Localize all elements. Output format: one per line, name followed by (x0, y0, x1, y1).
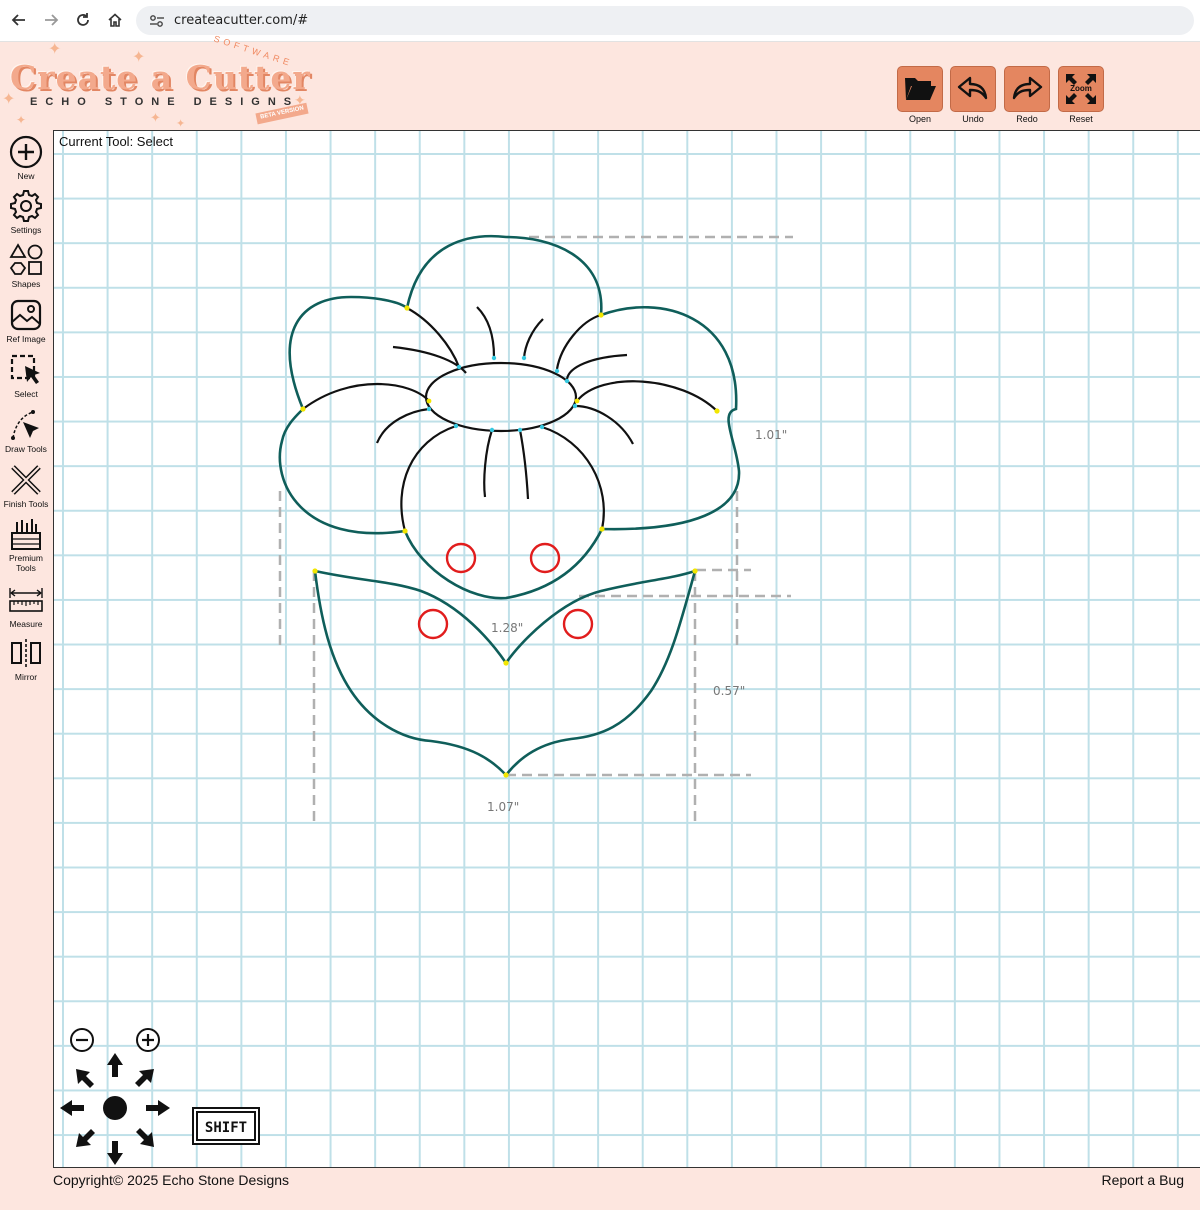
new-label: New (17, 171, 35, 181)
copyright-text: Copyright© 2025 Echo Stone Designs (53, 1172, 290, 1188)
brand-subtitle: ECHO STONE DESIGNS (30, 96, 300, 108)
top-toolbar: Open Undo Redo Zoom Reset (894, 66, 1108, 128)
sparkle-icon: ✦ (16, 113, 27, 127)
finish-tools-label: Finish Tools (3, 499, 49, 509)
flower-outline[interactable] (278, 234, 741, 600)
dimension-leaf-height: 0.57" (713, 684, 745, 698)
select-button[interactable]: Select (0, 352, 52, 399)
plus-circle-icon[interactable] (8, 134, 44, 170)
app-logo: ✦ ✦ ✦ ✦ ✦ ✦ ✦ SOFTWARE Create a Cutter E… (0, 33, 320, 130)
dimension-flower-width: 1.28" (491, 621, 523, 635)
undo-label: Undo (962, 114, 984, 124)
address-bar[interactable]: createacutter.com/# (136, 6, 1194, 35)
finish-tools-button[interactable]: Finish Tools (0, 462, 52, 509)
ref-image-label: Ref Image (6, 334, 46, 344)
shift-key-label: SHIFT (205, 1120, 247, 1136)
site-settings-icon[interactable] (144, 14, 170, 28)
redo-label: Redo (1016, 114, 1038, 124)
gear-icon[interactable] (8, 188, 44, 224)
draw-tools-label: Draw Tools (5, 444, 47, 454)
undo-icon[interactable] (950, 66, 996, 112)
image-icon[interactable] (8, 297, 44, 333)
select-cursor-icon[interactable] (8, 352, 44, 388)
url-text[interactable]: createacutter.com/# (174, 13, 308, 28)
draw-tools-button[interactable]: Draw Tools (0, 407, 52, 454)
zoom-in-icon[interactable] (136, 1028, 160, 1052)
undo-button[interactable]: Undo (947, 66, 999, 124)
premium-tools-icon[interactable] (8, 516, 44, 552)
shapes-button[interactable]: Shapes (0, 242, 52, 289)
shift-key-button[interactable]: SHIFT (192, 1107, 260, 1145)
pan-arrows-icon[interactable] (60, 1053, 170, 1165)
sparkle-icon: ✦ (48, 41, 62, 58)
mirror-label: Mirror (14, 672, 38, 682)
measure-label: Measure (9, 619, 43, 629)
select-label: Select (14, 389, 38, 399)
settings-button[interactable]: Settings (0, 188, 52, 235)
redo-icon[interactable] (1004, 66, 1050, 112)
forward-arrow-icon[interactable] (40, 9, 62, 31)
left-toolbar: New Settings Shapes Ref Image Select Dra… (0, 130, 52, 1168)
zoom-out-icon[interactable] (70, 1028, 94, 1052)
settings-label: Settings (10, 225, 42, 235)
mirror-button[interactable]: Mirror (0, 635, 52, 682)
premium-tools-label: Premium Tools (8, 553, 43, 573)
open-label: Open (908, 114, 932, 124)
leaf-outline[interactable] (313, 568, 697, 777)
open-button[interactable]: Open (894, 66, 946, 124)
mirror-icon[interactable] (8, 635, 44, 671)
cutter-drawing[interactable]: 1.01" 1.28" 0.57" 1.07" (54, 131, 1200, 1168)
design-canvas[interactable]: Current Tool: Select 1.01" 1.28" 0.57" 1… (53, 130, 1200, 1168)
dimension-leaf-width: 1.07" (487, 800, 519, 814)
folder-open-icon[interactable] (897, 66, 943, 112)
finish-tools-icon[interactable] (8, 462, 44, 498)
back-arrow-icon[interactable] (8, 9, 30, 31)
home-icon[interactable] (104, 9, 126, 31)
reset-zoom-button[interactable]: Zoom Reset (1055, 66, 1107, 124)
dimension-guides (278, 235, 793, 821)
new-button[interactable]: New (0, 134, 52, 181)
ref-image-button[interactable]: Ref Image (0, 297, 52, 344)
pen-tool-icon[interactable] (8, 407, 44, 443)
zoom-icon-text: Zoom (1070, 84, 1092, 93)
flower-detail-lines[interactable] (302, 306, 718, 532)
shapes-icon[interactable] (8, 242, 44, 278)
zoom-reset-icon[interactable]: Zoom (1058, 66, 1104, 112)
measure-button[interactable]: Measure (0, 582, 52, 629)
shapes-label: Shapes (11, 279, 41, 289)
brand-title: Create a Cutter (10, 58, 311, 97)
redo-button[interactable]: Redo (1001, 66, 1053, 124)
ruler-icon[interactable] (8, 582, 44, 618)
dimension-flower-height: 1.01" (755, 428, 787, 442)
report-bug-link[interactable]: Report a Bug (1102, 1172, 1185, 1188)
reset-label: Reset (1069, 114, 1093, 124)
browser-toolbar: createacutter.com/# (0, 0, 1200, 42)
reload-icon[interactable] (72, 9, 94, 31)
premium-tools-button[interactable]: Premium Tools (0, 516, 52, 573)
zoom-pan-controls (58, 1023, 182, 1167)
sparkle-icon: ✦ (150, 110, 161, 125)
